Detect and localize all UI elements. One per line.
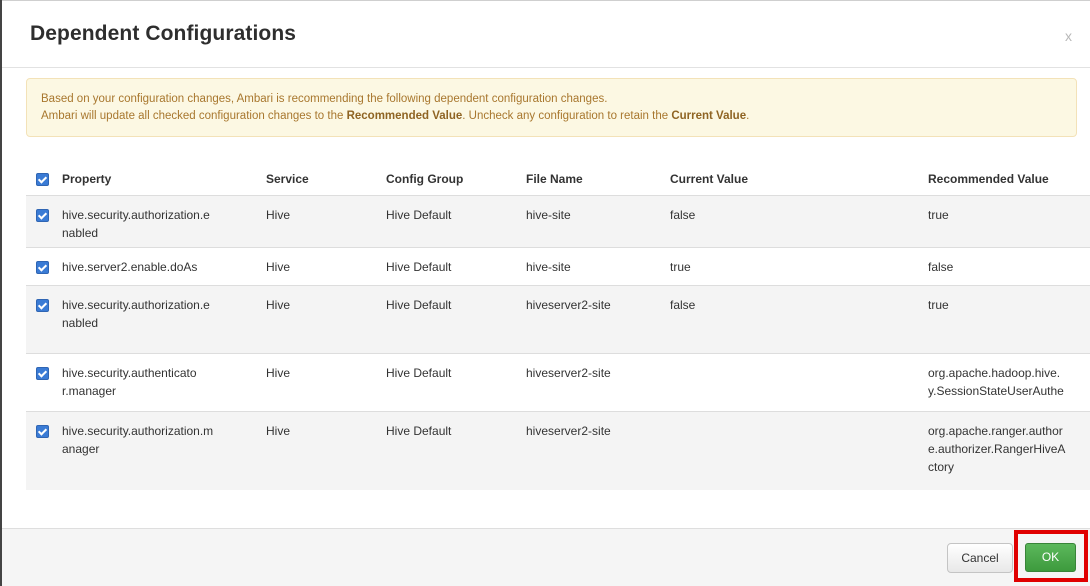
row-checkbox[interactable] [36,258,49,276]
alert-current-value: Current Value [671,110,747,122]
alert-line-1: Based on your configuration changes, Amb… [41,93,608,105]
config-group-cell: Hive Default [386,260,452,274]
property-line: hive.security.authorization.e [62,298,210,312]
select-all-checkbox[interactable] [36,170,49,188]
property-line: nabled [62,316,99,330]
recommended-value-cell: org.apache.hadoop.hive. y.SessionStateUse… [928,364,1090,400]
recommended-value-cell: true [928,206,1090,224]
row-checkbox[interactable] [36,296,49,314]
dialog-header: Dependent Configurations x [2,0,1090,68]
recommended-line: true [928,208,949,222]
recommended-line: e.authorizer.RangerHiveA [928,442,1066,456]
header-config-group: Config Group [386,172,464,186]
recommended-line: false [928,260,954,274]
checkbox-checked-icon [36,209,49,222]
property-cell: hive.server2.enable.doAs [62,258,222,276]
alert-text: Ambari will update all checked configura… [41,110,347,122]
recommended-value-cell: false [928,258,1090,276]
recommended-line: org.apache.hadoop.hive. [928,366,1061,380]
ok-button[interactable]: OK [1025,543,1076,572]
checkbox-checked-icon [36,425,49,438]
alert-line-2: Ambari will update all checked configura… [41,108,1062,125]
dependent-configs-table: Property Service Config Group File Name … [26,160,1090,490]
recommended-line: true [928,298,949,312]
recommended-line: org.apache.ranger.author [928,424,1063,438]
table-row: hive.security.authenticato r.manager Hive… [26,353,1090,411]
property-line: nabled [62,226,99,240]
property-line: r.manager [62,384,117,398]
header-recommended-value: Recommended Value [928,172,1049,186]
row-checkbox[interactable] [36,422,49,440]
alert-recommended-value: Recommended Value [346,110,463,122]
current-value-cell: true [670,260,691,274]
current-value-cell: false [670,208,696,222]
property-line: hive.security.authenticato [62,366,197,380]
property-cell: hive.security.authorization.e nabled [62,296,222,332]
property-cell: hive.security.authenticato r.manager [62,364,222,400]
checkbox-checked-icon [36,367,49,380]
service-cell: Hive [266,424,291,438]
config-group-cell: Hive Default [386,366,452,380]
service-cell: Hive [266,208,291,222]
file-name-cell: hiveserver2-site [526,298,611,312]
checkbox-checked-icon [36,261,49,274]
property-cell: hive.security.authorization.e nabled [62,206,222,242]
recommended-line: y.SessionStateUserAuthe [928,384,1064,398]
table-row: hive.security.authorization.e nabled Hive… [26,195,1090,247]
current-value-cell: false [670,298,696,312]
config-group-cell: Hive Default [386,424,452,438]
config-group-cell: Hive Default [386,208,452,222]
file-name-cell: hiveserver2-site [526,366,611,380]
dialog-title: Dependent Configurations [30,22,297,45]
header-property: Property [62,172,112,186]
dialog-footer [2,528,1090,586]
window-left-edge [0,0,2,586]
file-name-cell: hive-site [526,208,571,222]
cancel-button[interactable]: Cancel [947,543,1013,573]
table-row: hive.server2.enable.doAs Hive Hive Defau… [26,247,1090,285]
alert-text: . [746,110,750,122]
table-row: hive.security.authorization.m anager Hive… [26,411,1090,490]
recommendation-alert: Based on your configuration changes, Amb… [26,78,1077,137]
header-current-value: Current Value [670,172,749,186]
recommended-line: ctory [928,460,955,474]
close-button[interactable]: x [1065,28,1072,44]
alert-text: . Uncheck any configuration to retain th… [462,110,672,122]
file-name-cell: hive-site [526,260,571,274]
property-line: hive.server2.enable.doAs [62,260,198,274]
property-cell: hive.security.authorization.m anager [62,422,222,458]
checkbox-checked-icon [36,173,49,186]
header-service: Service [266,172,309,186]
service-cell: Hive [266,260,291,274]
table-row: hive.security.authorization.e nabled Hive… [26,285,1090,353]
row-checkbox[interactable] [36,206,49,224]
service-cell: Hive [266,366,291,380]
recommended-value-cell: true [928,296,1090,314]
property-line: hive.security.authorization.m [62,424,214,438]
row-checkbox[interactable] [36,364,49,382]
property-line: anager [62,442,100,456]
recommended-value-cell: org.apache.ranger.author e.authorizer.Ran… [928,422,1090,476]
config-group-cell: Hive Default [386,298,452,312]
property-line: hive.security.authorization.e [62,208,210,222]
service-cell: Hive [266,298,291,312]
table-header-row: Property Service Config Group File Name … [26,160,1090,195]
checkbox-checked-icon [36,299,49,312]
file-name-cell: hiveserver2-site [526,424,611,438]
header-file-name: File Name [526,172,583,186]
